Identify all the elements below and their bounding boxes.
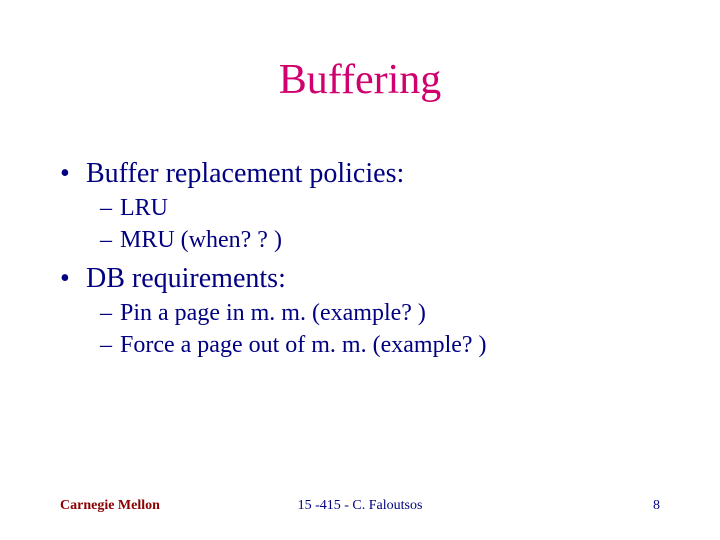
bullet-icon: •	[60, 261, 86, 296]
footer-center: 15 -415 - C. Faloutsos	[0, 498, 720, 514]
dash-icon: –	[100, 225, 120, 255]
sub-text: Force a page out of m. m. (example? )	[120, 332, 487, 358]
sub-item: –Force a page out of m. m. (example? )	[100, 330, 660, 360]
sub-item: –LRU	[100, 193, 660, 223]
footer-page-number: 8	[653, 498, 660, 514]
bullet-text: Buffer replacement policies:	[86, 158, 404, 189]
dash-icon: –	[100, 298, 120, 328]
bullet-item: •DB requirements:	[60, 261, 660, 296]
bullet-icon: •	[60, 156, 86, 191]
bullet-item: •Buffer replacement policies:	[60, 156, 660, 191]
slide-body: •Buffer replacement policies: –LRU –MRU …	[60, 150, 660, 362]
dash-icon: –	[100, 193, 120, 223]
slide-title: Buffering	[0, 56, 720, 104]
bullet-text: DB requirements:	[86, 263, 286, 294]
slide: Buffering •Buffer replacement policies: …	[0, 0, 720, 540]
sub-item: –Pin a page in m. m. (example? )	[100, 298, 660, 328]
sub-item: –MRU (when? ? )	[100, 225, 660, 255]
sub-text: MRU (when? ? )	[120, 227, 282, 253]
dash-icon: –	[100, 330, 120, 360]
sub-text: Pin a page in m. m. (example? )	[120, 300, 426, 326]
sub-text: LRU	[120, 195, 168, 221]
